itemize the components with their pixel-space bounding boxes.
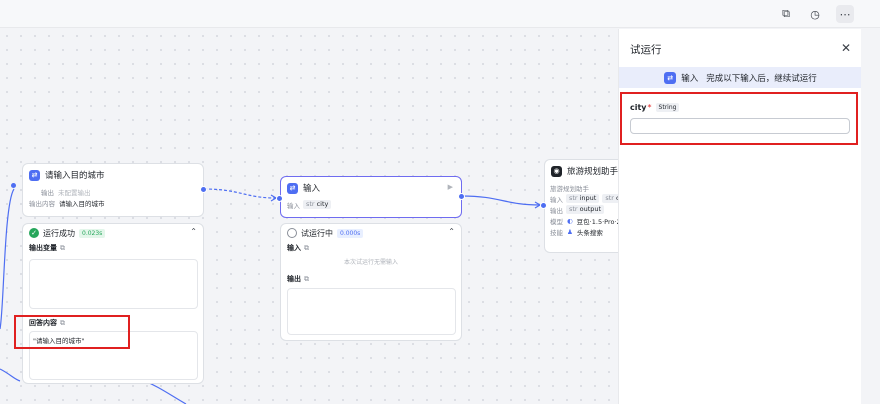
more-icon[interactable]: ⋯ (836, 5, 854, 23)
success-check-icon: ✓ (29, 228, 39, 238)
output-value: 未配置输出 (58, 188, 91, 197)
output-port[interactable] (200, 186, 207, 193)
copy-icon[interactable]: ⧉ (304, 244, 309, 253)
node-title: 输入 (303, 184, 321, 194)
copy-icon[interactable]: ⧉ (60, 244, 65, 253)
banner-text: 完成以下输入后，继续试运行 (706, 73, 817, 84)
node-input[interactable]: ⇄ 输入 ▶ 输入 str city (280, 176, 462, 218)
workflow-canvas[interactable]: ⇄ 请输入目的城市 输出 未配置输出 输出内容 请输入目的城市 ✓ 运行成功 0… (0, 29, 618, 404)
input-port[interactable] (540, 202, 547, 209)
output-label: 输出 (287, 275, 301, 283)
wire-incoming (0, 188, 15, 330)
copy-icon[interactable]: ⧉ (304, 275, 309, 284)
play-icon[interactable]: ▶ (448, 183, 453, 191)
result-panel-success: ✓ 运行成功 0.023s ⌃ 输出变量 ⧉ 回答内容 ⧉ "请输入目的城市" (22, 223, 204, 384)
node-title: 旅游规划助手 (567, 167, 618, 177)
panel-banner: ⇄ 输入 完成以下输入后，继续试运行 (619, 67, 862, 88)
output-port[interactable] (458, 193, 465, 200)
right-strip (861, 29, 880, 404)
result-panel-running: 试运行中 0.000s ⌃ 输入 ⧉ 本次试运行无需输入 输出 ⧉ (280, 223, 462, 341)
highlight-answer (14, 315, 130, 349)
output-label: 输出 (550, 206, 563, 215)
model-icon: ◐ (567, 216, 573, 225)
wire-solid (461, 195, 541, 206)
chevron-up-icon[interactable]: ⌃ (190, 227, 197, 236)
highlight-city-field (620, 92, 858, 145)
history-icon[interactable]: ◷ (806, 5, 824, 23)
top-toolbar: ⧉ ◷ ⋯ (0, 0, 880, 28)
node-input-prompt[interactable]: ⇄ 请输入目的城市 输出 未配置输出 输出内容 请输入目的城市 (22, 163, 204, 217)
content-value: 请输入目的城市 (59, 199, 105, 208)
wire-bottom-left (0, 368, 21, 382)
input-node-icon: ⇄ (287, 182, 298, 194)
banner-node: 输入 (681, 73, 699, 84)
output-vars-box (29, 259, 198, 309)
copy-icon[interactable]: ⧉ (777, 5, 795, 23)
run-time-badge: 0.000s (337, 228, 364, 238)
agent-node-icon: ◉ (551, 165, 562, 177)
no-input-hint: 本次试运行无需输入 (344, 259, 399, 266)
wire-dashed (203, 188, 277, 199)
right-edge (880, 0, 890, 404)
skill-value: 头条搜索 (576, 228, 603, 237)
model-label: 模型 (550, 217, 563, 226)
node-subtitle: 旅游规划助手 (550, 184, 589, 193)
input-port[interactable] (11, 183, 16, 188)
node-travel-assistant[interactable]: ◉ 旅游规划助手 旅游规划助手 输入 strinput strcity 输出 s… (544, 159, 618, 253)
output-box (287, 288, 456, 335)
running-status-icon (287, 228, 297, 238)
search-tool-icon: ♟ (567, 227, 573, 236)
close-icon[interactable]: ✕ (841, 41, 851, 55)
run-status: 试运行中 (301, 228, 333, 238)
model-value: 豆包·1.5·Pro·2 (576, 217, 618, 226)
panel-title: 试运行 (630, 44, 662, 56)
input-label: 输入 (287, 244, 301, 252)
output-label: 输出 (41, 188, 54, 197)
test-run-panel: 试运行 ✕ ⇄ 输入 完成以下输入后，继续试运行 city * String (618, 29, 862, 404)
skill-label: 技能 (550, 228, 563, 237)
output-vars-label: 输出变量 (29, 244, 57, 252)
run-status: 运行成功 (43, 228, 75, 238)
var-tag: str city (303, 200, 332, 209)
output-node-icon: ⇄ (29, 169, 40, 181)
chevron-up-icon[interactable]: ⌃ (448, 227, 455, 236)
input-label: 输入 (287, 201, 300, 210)
input-node-icon: ⇄ (664, 71, 677, 84)
content-label: 输出内容 (29, 199, 55, 208)
run-time-badge: 0.023s (79, 228, 106, 238)
input-port[interactable] (276, 195, 283, 202)
input-label: 输入 (550, 195, 563, 204)
node-title: 请输入目的城市 (45, 171, 105, 181)
